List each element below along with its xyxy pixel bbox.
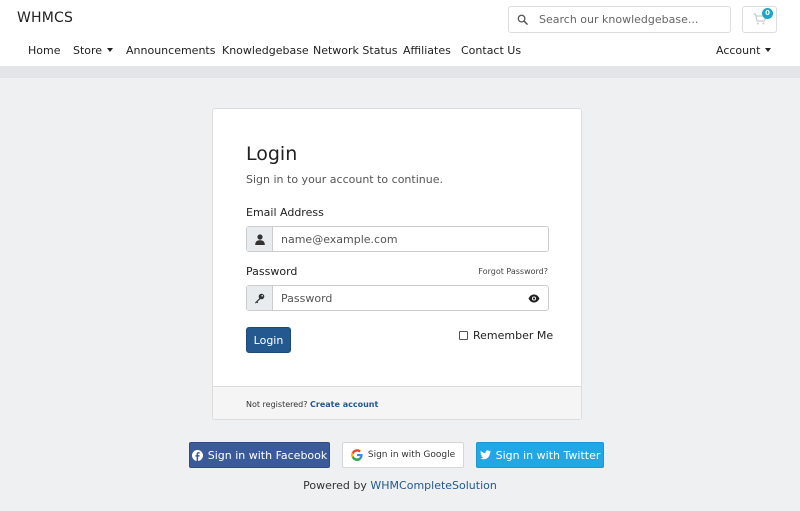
nav-affiliates[interactable]: Affiliates xyxy=(403,44,451,57)
email-field[interactable] xyxy=(281,231,521,247)
powered-by-prefix: Powered by xyxy=(303,479,367,492)
chevron-down-icon xyxy=(765,48,772,52)
register-prefix: Not registered? xyxy=(246,400,308,409)
register-prompt: Not registered? Create account xyxy=(246,400,378,409)
twitter-signin-label: Sign in with Twitter xyxy=(495,448,601,462)
create-account-link[interactable]: Create account xyxy=(310,400,378,409)
nav-store-label: Store xyxy=(73,44,103,57)
user-icon xyxy=(247,227,273,251)
search-icon[interactable] xyxy=(509,7,535,32)
password-field[interactable] xyxy=(281,290,521,306)
page-subtitle: Sign in to your account to continue. xyxy=(246,173,443,186)
card-footer: Not registered? Create account xyxy=(213,386,581,419)
login-card: Login Sign in to your account to continu… xyxy=(212,108,582,420)
twitter-icon xyxy=(479,450,491,460)
google-signin-button[interactable]: Sign in with Google xyxy=(342,442,464,468)
email-label: Email Address xyxy=(246,206,324,219)
search-box[interactable] xyxy=(508,6,731,33)
facebook-icon xyxy=(191,449,203,461)
password-label: Password xyxy=(246,265,298,278)
login-button[interactable]: Login xyxy=(246,327,291,353)
nav-store[interactable]: Store xyxy=(73,44,114,57)
nav-home[interactable]: Home xyxy=(28,44,60,57)
nav-announcements[interactable]: Announcements xyxy=(126,44,215,57)
facebook-signin-button[interactable]: Sign in with Facebook xyxy=(189,442,330,468)
password-input-group xyxy=(246,285,549,311)
google-icon xyxy=(350,449,363,461)
key-icon xyxy=(247,286,273,310)
forgot-password-link[interactable]: Forgot Password? xyxy=(478,267,548,276)
google-signin-label: Sign in with Google xyxy=(367,450,456,460)
powered-by: Powered by WHMCompleteSolution xyxy=(0,479,800,492)
eye-icon[interactable] xyxy=(520,286,548,310)
email-input-group xyxy=(246,226,549,252)
remember-me-label: Remember Me xyxy=(473,329,554,342)
brand-logo[interactable]: WHMCS xyxy=(17,10,73,26)
nav-knowledgebase[interactable]: Knowledgebase xyxy=(222,44,309,57)
search-input[interactable] xyxy=(539,10,724,29)
nav-contact-us[interactable]: Contact Us xyxy=(461,44,521,57)
facebook-signin-label: Sign in with Facebook xyxy=(207,448,328,462)
remember-me[interactable]: Remember Me xyxy=(459,329,553,342)
powered-by-link[interactable]: WHMCompleteSolution xyxy=(370,479,496,492)
remember-me-checkbox[interactable] xyxy=(459,331,468,340)
nav-network-status[interactable]: Network Status xyxy=(313,44,397,57)
cart-count-badge: 0 xyxy=(762,8,773,19)
chevron-down-icon xyxy=(107,48,114,52)
header-subbar xyxy=(0,66,800,78)
top-header: WHMCS 0 Home Store Announcements Knowled… xyxy=(0,0,800,66)
nav-account-label: Account xyxy=(716,44,761,57)
nav-account[interactable]: Account xyxy=(716,44,772,57)
twitter-signin-button[interactable]: Sign in with Twitter xyxy=(476,442,604,468)
page-title: Login xyxy=(246,143,298,165)
